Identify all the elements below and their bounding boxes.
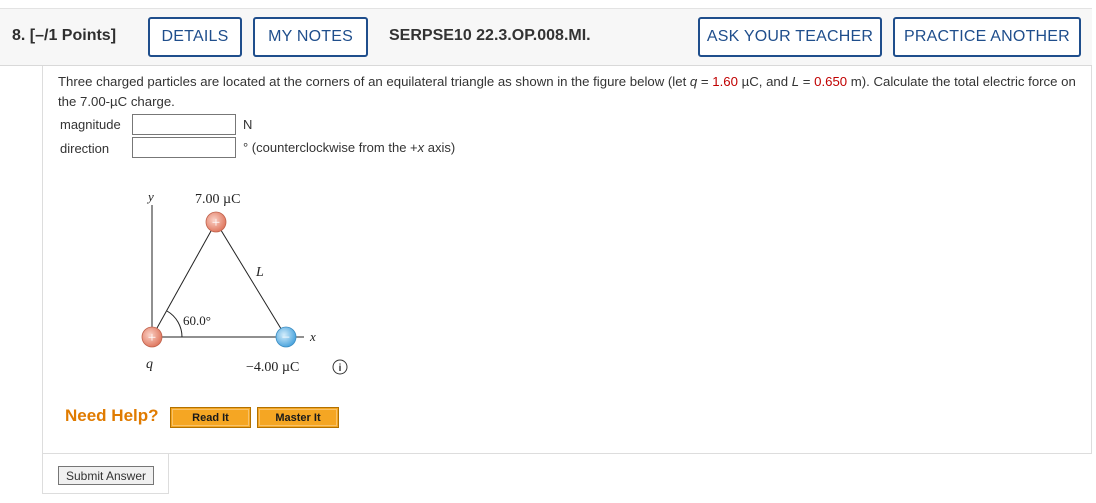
top-charge-sign: + [212, 215, 220, 231]
L-variable: L [791, 74, 800, 89]
triangle-charges-figure: + + − y x 7.00 µC L 60.0° q −4.00 µC i [141, 189, 348, 375]
practice-another-button[interactable]: PRACTICE ANOTHER [893, 17, 1081, 57]
question-text-part: Three charged particles are located at t… [58, 74, 690, 89]
left-charge-sign: + [148, 330, 156, 346]
question-reference: SERPSE10 22.3.OP.008.MI. [389, 27, 591, 44]
magnitude-input[interactable] [132, 114, 236, 135]
read-it-button[interactable]: Read It [170, 407, 251, 428]
direction-unit-text: axis) [424, 140, 456, 155]
submit-answer-button[interactable]: Submit Answer [58, 466, 154, 485]
q-value: 1.60 [712, 74, 738, 89]
angle-arc [166, 310, 183, 338]
triangle-right-side [215, 221, 287, 338]
my-notes-button[interactable]: MY NOTES [253, 17, 368, 57]
question-text-part: µC, and [737, 74, 792, 89]
question-text: Three charged particles are located at t… [58, 72, 1083, 112]
info-icon-glyph: i [339, 363, 342, 374]
direction-unit-text: ° (counterclockwise from the + [243, 140, 418, 155]
question-number: 8. [–/1 Points] [12, 27, 117, 44]
top-charge-label: 7.00 µC [195, 192, 240, 207]
question-text-part: = [697, 74, 713, 89]
side-length-label: L [255, 265, 264, 280]
magnitude-label: magnitude [60, 117, 121, 132]
direction-label: direction [60, 141, 110, 156]
details-button[interactable]: DETAILS [148, 17, 242, 57]
question-text-part: = [799, 74, 815, 89]
left-charge-label: q [146, 357, 153, 372]
ask-your-teacher-button[interactable]: ASK YOUR TEACHER [698, 17, 882, 57]
direction-unit: ° (counterclockwise from the +x axis) [243, 140, 455, 155]
x-axis-label: x [309, 329, 316, 344]
right-charge-sign: − [282, 330, 290, 346]
right-charge-label: −4.00 µC [246, 360, 299, 375]
y-axis-label: y [146, 189, 154, 204]
magnitude-unit: N [243, 117, 253, 132]
question-header: 8. [–/1 Points] DETAILS MY NOTES SERPSE1… [0, 8, 1092, 66]
angle-label: 60.0° [183, 313, 211, 328]
L-value: 0.650 [814, 74, 848, 89]
master-it-button[interactable]: Master It [257, 407, 339, 428]
direction-input[interactable] [132, 137, 236, 158]
need-help-label: Need Help? [65, 406, 159, 425]
